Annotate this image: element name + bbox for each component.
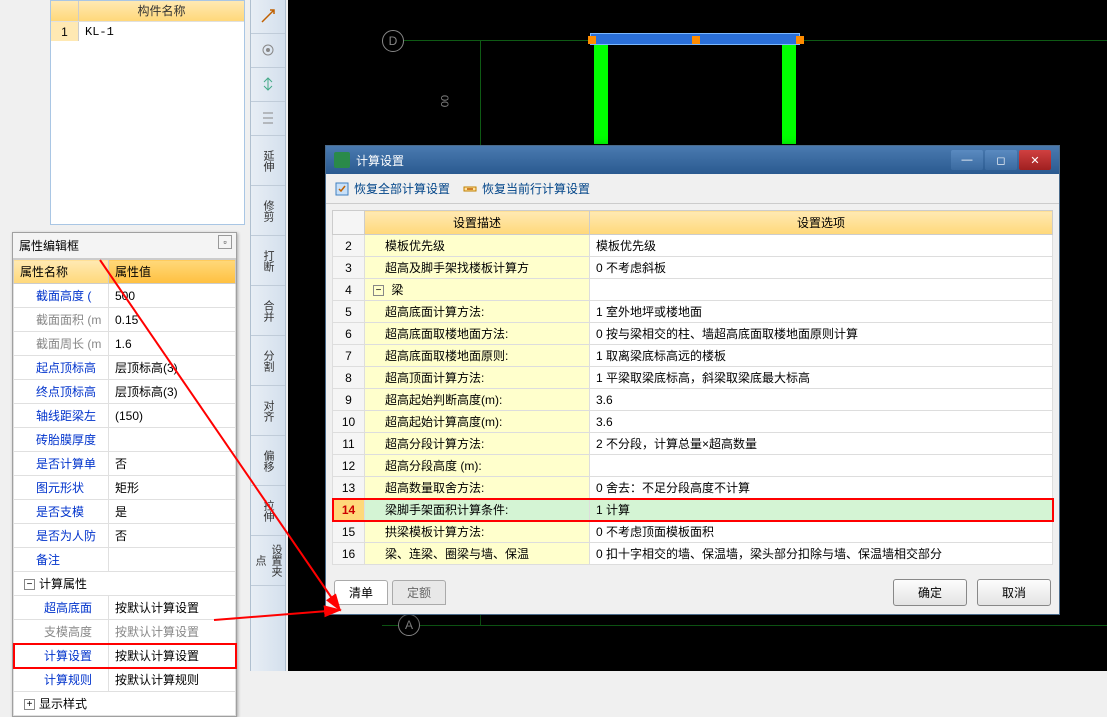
calc-property-row[interactable]: 计算规则按默认计算规则	[14, 668, 236, 692]
col-desc: 设置描述	[365, 211, 590, 235]
settings-row[interactable]: 8超高顶面计算方法:1 平梁取梁底标高，斜梁取梁底最大标高	[333, 367, 1053, 389]
calc-property-row[interactable]: 支模高度按默认计算设置	[14, 620, 236, 644]
collapse-icon[interactable]: −	[24, 579, 35, 590]
beam-handle-mid[interactable]	[692, 36, 700, 44]
tab-list[interactable]: 清单	[334, 580, 388, 605]
settings-row[interactable]: 9超高起始判断高度(m):3.6	[333, 389, 1053, 411]
dialog-titlebar[interactable]: 计算设置 — ◻ ✕	[326, 146, 1059, 174]
vtool-合并[interactable]: 合并	[251, 286, 285, 336]
property-row[interactable]: 终点顶标高层顶标高(3)	[14, 380, 236, 404]
restore-all-button[interactable]: 恢复全部计算设置	[334, 180, 450, 197]
settings-row[interactable]: 5超高底面计算方法:1 室外地坪或楼地面	[333, 301, 1053, 323]
property-row[interactable]: 轴线距梁左(150)	[14, 404, 236, 428]
component-row[interactable]: 1 KL-1	[51, 21, 244, 41]
settings-row[interactable]: 15拱梁模板计算方法:0 不考虑顶面模板面积	[333, 521, 1053, 543]
settings-row[interactable]: 12超高分段高度 (m):	[333, 455, 1053, 477]
settings-row[interactable]: 7超高底面取楼地面原则:1 取离梁底标高远的楼板	[333, 345, 1053, 367]
component-list-panel: 构件名称 1 KL-1	[50, 0, 245, 225]
prop-header-name: 属性名称	[14, 260, 109, 284]
beam-kl1[interactable]	[590, 33, 800, 45]
property-row[interactable]: 图元形状矩形	[14, 476, 236, 500]
tool-icon-4[interactable]	[251, 102, 285, 136]
vtool-设置夹点[interactable]: 设置夹点	[251, 536, 285, 586]
vtool-偏移[interactable]: 偏移	[251, 436, 285, 486]
settings-row[interactable]: 4− 梁	[333, 279, 1053, 301]
settings-row[interactable]: 3超高及脚手架找楼板计算方0 不考虑斜板	[333, 257, 1053, 279]
ok-button[interactable]: 确定	[893, 579, 967, 606]
vtool-修剪[interactable]: 修剪	[251, 186, 285, 236]
settings-row[interactable]: 16梁、连梁、圈梁与墙、保温0 扣十字相交的墙、保温墙，梁头部分扣除与墙、保温墙…	[333, 543, 1053, 565]
calc-property-row[interactable]: 计算设置按默认计算设置	[14, 644, 236, 668]
vtool-打断[interactable]: 打断	[251, 236, 285, 286]
tool-icon-1[interactable]	[251, 0, 285, 34]
prop-header-value: 属性值	[109, 260, 236, 284]
component-header: 构件名称	[79, 1, 244, 21]
property-row[interactable]: 砖胎膜厚度	[14, 428, 236, 452]
dialog-icon	[334, 152, 350, 168]
minimize-button[interactable]: —	[951, 150, 983, 170]
pin-icon[interactable]: ▫	[218, 235, 232, 249]
property-row[interactable]: 是否为人防否	[14, 524, 236, 548]
property-panel-title: 属性编辑框 ▫	[13, 233, 236, 259]
property-row[interactable]: 备注	[14, 548, 236, 572]
property-edit-panel: 属性编辑框 ▫ 属性名称 属性值 截面高度 (500截面面积 (m0.15截面周…	[12, 232, 237, 717]
column-left[interactable]	[594, 44, 608, 144]
tool-icon-3[interactable]	[251, 68, 285, 102]
settings-row[interactable]: 14梁脚手架面积计算条件:1 计算	[333, 499, 1053, 521]
close-button[interactable]: ✕	[1019, 150, 1051, 170]
maximize-button[interactable]: ◻	[985, 150, 1017, 170]
settings-row[interactable]: 2模板优先级模板优先级	[333, 235, 1053, 257]
display-group-row[interactable]: +显示样式	[14, 692, 236, 716]
dialog-title: 计算设置	[356, 152, 951, 169]
property-row[interactable]: 截面面积 (m0.15	[14, 308, 236, 332]
property-row[interactable]: 是否计算单否	[14, 452, 236, 476]
vtool-延伸[interactable]: 延伸	[251, 136, 285, 186]
calc-group-row[interactable]: −计算属性	[14, 572, 236, 596]
column-right[interactable]	[782, 44, 796, 144]
restore-row-button[interactable]: 恢复当前行计算设置	[462, 180, 590, 197]
axis-d-label: D	[382, 30, 404, 52]
calc-property-row[interactable]: 超高底面按默认计算设置	[14, 596, 236, 620]
settings-row[interactable]: 10超高起始计算高度(m):3.6	[333, 411, 1053, 433]
beam-handle-end[interactable]	[796, 36, 804, 44]
property-row[interactable]: 截面周长 (m1.6	[14, 332, 236, 356]
tab-quota[interactable]: 定额	[392, 580, 446, 605]
vertical-toolbar: 延伸修剪打断合并分割对齐偏移拉伸设置夹点	[250, 0, 286, 671]
property-row[interactable]: 起点顶标高层顶标高(3)	[14, 356, 236, 380]
cancel-button[interactable]: 取消	[977, 579, 1051, 606]
tool-icon-2[interactable]	[251, 34, 285, 68]
property-row[interactable]: 是否支模是	[14, 500, 236, 524]
col-option: 设置选项	[590, 211, 1053, 235]
axis-a-label: A	[398, 614, 420, 636]
property-row[interactable]: 截面高度 (500	[14, 284, 236, 308]
vtool-对齐[interactable]: 对齐	[251, 386, 285, 436]
dimension-text: 00	[438, 95, 450, 107]
settings-row[interactable]: 6超高底面取楼地面方法:0 按与梁相交的柱、墙超高底面取楼地面原则计算	[333, 323, 1053, 345]
vtool-分割[interactable]: 分割	[251, 336, 285, 386]
beam-handle-start[interactable]	[588, 36, 596, 44]
calc-settings-dialog: 计算设置 — ◻ ✕ 恢复全部计算设置 恢复当前行计算设置 设置描述 设置选项 …	[325, 145, 1060, 615]
settings-table: 设置描述 设置选项 2模板优先级模板优先级3超高及脚手架找楼板计算方0 不考虑斜…	[332, 210, 1053, 565]
vtool-拉伸[interactable]: 拉伸	[251, 486, 285, 536]
settings-row[interactable]: 13超高数量取舍方法:0 舍去：不足分段高度不计算	[333, 477, 1053, 499]
expand-icon[interactable]: +	[24, 699, 35, 710]
settings-row[interactable]: 11超高分段计算方法:2 不分段，计算总量×超高数量	[333, 433, 1053, 455]
